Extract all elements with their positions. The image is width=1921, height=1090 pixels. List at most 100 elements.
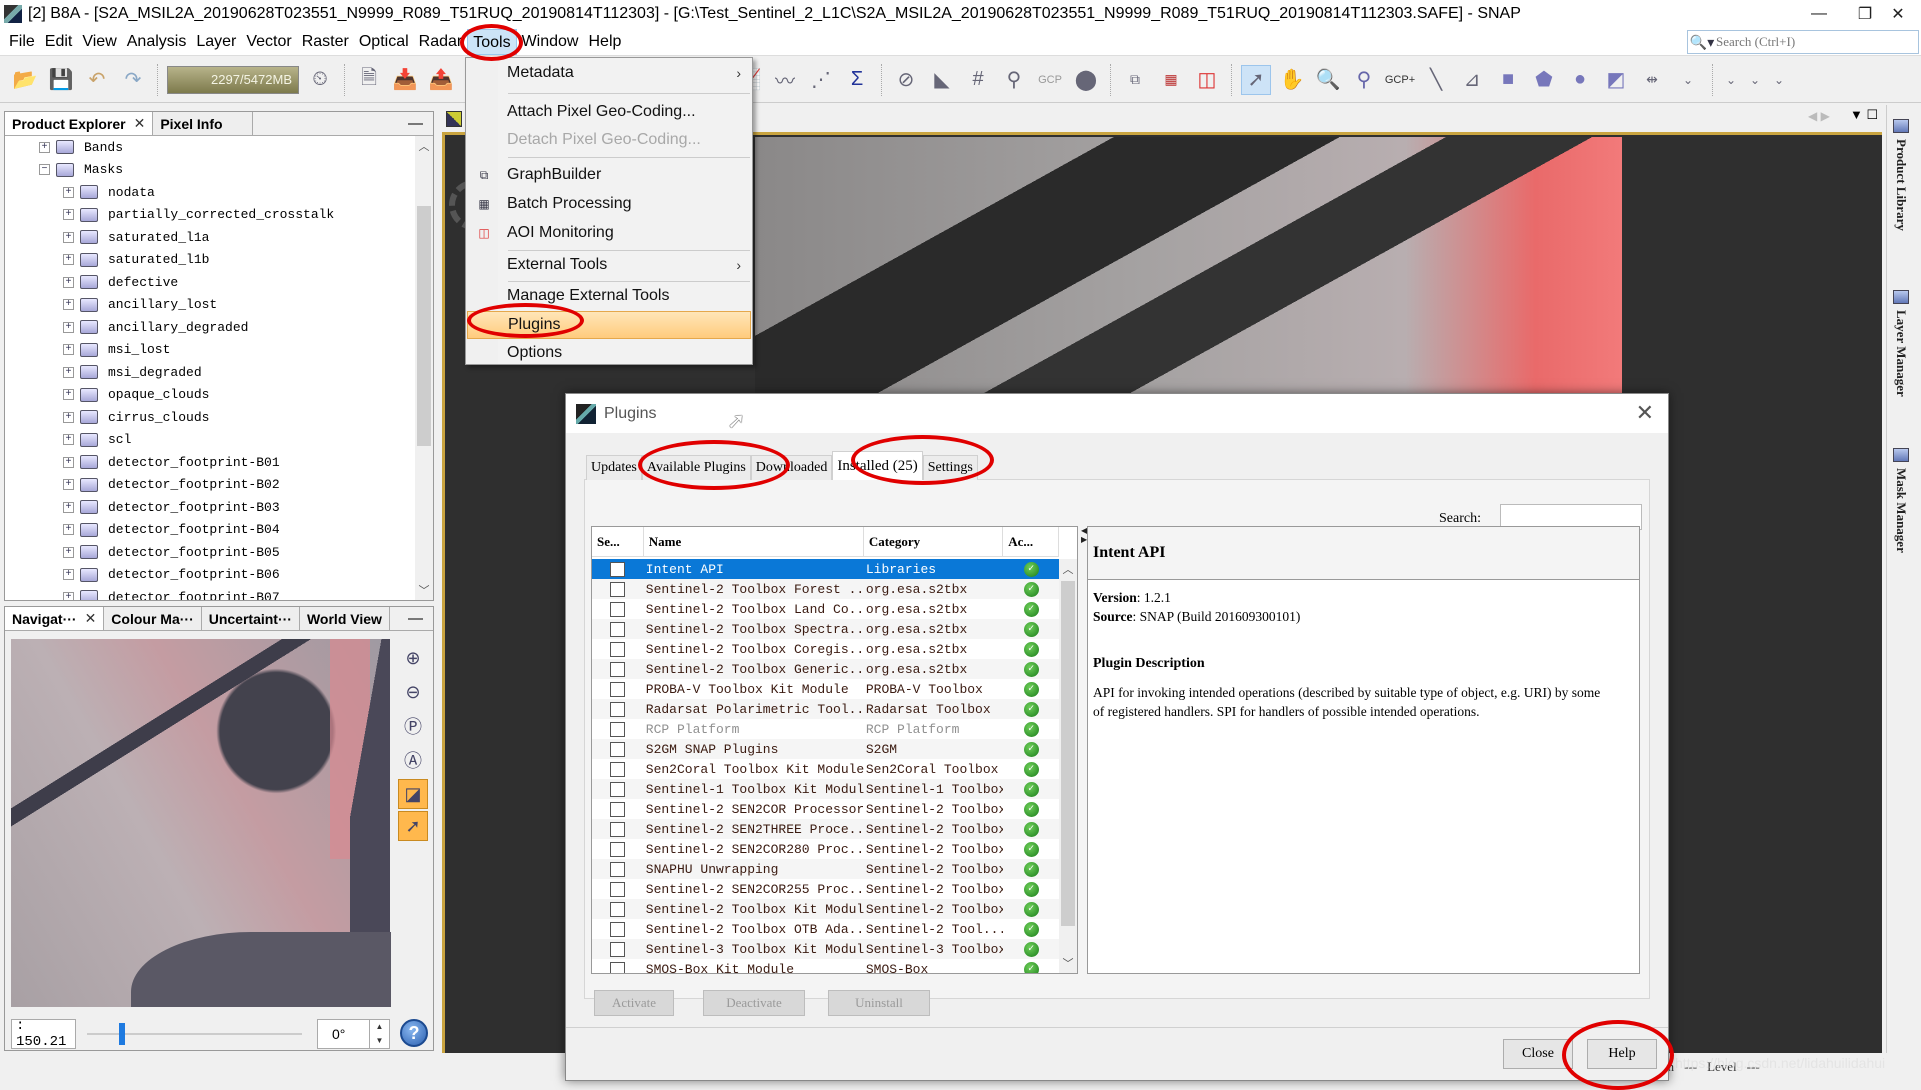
tab-updates[interactable]: Updates (586, 455, 642, 480)
pin-overlay-icon[interactable]: ⚲ (999, 65, 1029, 95)
menu-radar[interactable]: Radar (414, 29, 468, 55)
expand-icon[interactable]: + (63, 479, 74, 491)
tree-node[interactable]: + saturated_l1a (5, 226, 415, 249)
checkbox-box[interactable] (610, 701, 626, 717)
tab-world-view[interactable]: World View (299, 607, 390, 630)
table-scrollbar[interactable]: ︿ ﹀ (1059, 559, 1077, 973)
checkbox-box[interactable] (610, 921, 626, 937)
tree-node[interactable]: + Bands (5, 136, 415, 159)
mask-overlay-icon[interactable]: ⊘ (891, 65, 921, 95)
tab-downloaded[interactable]: Downloaded (750, 455, 833, 480)
menu-layer[interactable]: Layer (191, 29, 241, 55)
plugin-row[interactable]: Sentinel-2 SEN2COR280 Proc... Sentinel-2 … (592, 839, 1059, 859)
expand-icon[interactable]: + (63, 546, 74, 558)
undo-icon[interactable]: ↶ (82, 65, 112, 95)
tree-node[interactable]: + detector_footprint-B06 (5, 564, 415, 587)
export-icon[interactable]: 📤 (426, 65, 456, 95)
checkbox-box[interactable] (610, 721, 626, 737)
graph-builder-icon[interactable]: ⧉ (1120, 65, 1150, 95)
band-overlay-icon[interactable]: ◣ (927, 65, 957, 95)
expand-icon[interactable]: + (63, 186, 74, 198)
plugin-row[interactable]: S2GM SNAP Plugins S2GM ✓ (592, 739, 1059, 759)
minimize-panel-icon[interactable]: — (398, 607, 433, 630)
scroll-down-icon[interactable]: ﹀ (1059, 955, 1077, 971)
session-icon[interactable]: ⏲ (305, 65, 335, 95)
select-checkbox[interactable] (592, 941, 644, 957)
plugin-row[interactable]: Sentinel-2 Toolbox Spectra... org.esa.s2t… (592, 619, 1059, 639)
toolbar-overflow-icon[interactable]: ⌄ (1770, 65, 1788, 95)
statistics-icon[interactable]: Σ (842, 65, 872, 95)
checkbox-box[interactable] (610, 881, 626, 897)
profile-plot-icon[interactable]: 〰 (770, 65, 800, 95)
sidebar-tab-mask-manager[interactable]: Mask Manager (1893, 448, 1909, 553)
product-tree-scrollbar[interactable]: ︿ ﹀ (415, 136, 433, 600)
toolbar-overflow-icon[interactable]: ⌄ (1722, 65, 1740, 95)
plugin-row[interactable]: Sentinel-2 SEN2THREE Proce... Sentinel-2 … (592, 819, 1059, 839)
expand-icon[interactable]: + (63, 254, 74, 266)
menu-item-external-tools[interactable]: External Tools › (467, 251, 751, 279)
menu-item-attach-pixel-geo-coding[interactable]: Attach Pixel Geo-Coding... (467, 98, 751, 126)
memory-gauge[interactable]: 2297/5472MB (167, 65, 299, 94)
select-checkbox[interactable] (592, 861, 644, 877)
checkbox-box[interactable] (610, 941, 626, 957)
select-checkbox[interactable] (592, 641, 644, 657)
menu-window[interactable]: Window (517, 29, 584, 55)
tab-pixel-info[interactable]: Pixel Info (153, 112, 254, 135)
range-finder-icon[interactable]: ◩ (1601, 65, 1631, 95)
plugin-row[interactable]: Sentinel-2 Toolbox Generic... org.esa.s2t… (592, 659, 1059, 679)
tree-node[interactable]: + detector_footprint-B02 (5, 474, 415, 497)
line-drawing-icon[interactable]: ╲ (1421, 65, 1451, 95)
deactivate-button[interactable]: Deactivate (703, 990, 805, 1016)
select-checkbox[interactable] (592, 701, 644, 717)
close-icon[interactable]: ✕ (85, 610, 97, 627)
menu-analysis[interactable]: Analysis (122, 29, 192, 55)
select-checkbox[interactable] (592, 661, 644, 677)
checkbox-box[interactable] (610, 621, 626, 637)
tab-navigation[interactable]: Navigat··· ✕ (5, 607, 105, 630)
gcp-overlay-icon[interactable]: GCP (1035, 65, 1065, 95)
minimize-button[interactable]: — (1796, 0, 1842, 28)
redo-icon[interactable]: ↷ (118, 65, 148, 95)
scroll-up-icon[interactable]: ︿ (415, 138, 433, 154)
gcp-placing-icon[interactable]: GCP+ (1385, 65, 1415, 95)
column-category[interactable]: Category (864, 527, 1004, 556)
select-checkbox[interactable] (592, 721, 644, 737)
checkbox-box[interactable] (610, 861, 626, 877)
polygon-drawing-icon[interactable]: ⬟ (1529, 65, 1559, 95)
menu-optical[interactable]: Optical (354, 29, 414, 55)
tab-settings[interactable]: Settings (922, 455, 978, 480)
checkbox-box[interactable] (610, 761, 626, 777)
save-product-icon[interactable]: 💾 (46, 65, 76, 95)
plugin-row[interactable]: Sentinel-1 Toolbox Kit Module Sentinel-1 … (592, 779, 1059, 799)
menu-tools[interactable]: Tools (467, 28, 517, 55)
checkbox-box[interactable] (610, 601, 626, 617)
collapse-icon[interactable]: − (39, 164, 50, 176)
plugin-row[interactable]: Sentinel-2 Toolbox OTB Ada... Sentinel-2 … (592, 919, 1059, 939)
select-checkbox[interactable] (592, 581, 644, 597)
column-active[interactable]: Ac... (1003, 527, 1059, 556)
select-checkbox[interactable] (592, 841, 644, 857)
open-product-icon[interactable]: 📂 (10, 65, 40, 95)
expand-icon[interactable]: + (63, 209, 74, 221)
polyline-drawing-icon[interactable]: ⊿ (1457, 65, 1487, 95)
tree-node[interactable]: + nodata (5, 181, 415, 204)
expand-icon[interactable]: + (63, 434, 74, 446)
expand-icon[interactable]: + (63, 321, 74, 333)
help-icon[interactable]: ? (400, 1019, 428, 1047)
zoom-all-icon[interactable]: Ⓐ (398, 745, 428, 775)
tree-node[interactable]: + opaque_clouds (5, 384, 415, 407)
expand-icon[interactable]: + (63, 389, 74, 401)
scrollbar-thumb[interactable] (1061, 581, 1075, 926)
select-checkbox[interactable] (592, 801, 644, 817)
select-checkbox[interactable] (592, 681, 644, 697)
pan-tool-icon[interactable]: ✋ (1277, 65, 1307, 95)
menu-item-plugins[interactable]: Plugins (467, 311, 751, 339)
select-tool-icon[interactable]: ➚ (1241, 64, 1271, 95)
plugin-row[interactable]: Sentinel-2 Toolbox Kit Module Sentinel-2 … (592, 899, 1059, 919)
expand-icon[interactable]: + (63, 231, 74, 243)
tree-node[interactable]: + detector_footprint-B01 (5, 451, 415, 474)
checkbox-box[interactable] (610, 841, 626, 857)
tree-node[interactable]: + defective (5, 271, 415, 294)
select-checkbox[interactable] (592, 921, 644, 937)
checkbox-box[interactable] (610, 821, 626, 837)
